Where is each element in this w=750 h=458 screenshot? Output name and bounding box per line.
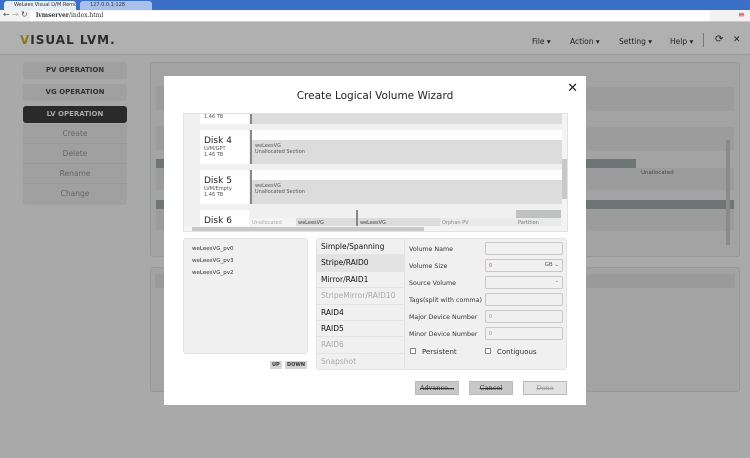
lv-submenu: Create Delete Rename Change xyxy=(23,124,127,205)
disk-bar: weLeesVGUnallocated Section xyxy=(250,170,564,204)
vg-operation-button[interactable]: VG OPERATION xyxy=(23,84,127,101)
lv-change[interactable]: Change xyxy=(23,184,127,204)
forward-icon[interactable]: → xyxy=(12,10,19,19)
raid-type-option[interactable]: Stripe/RAID0 xyxy=(317,255,404,271)
browser-tab[interactable]: 127.0.0.1:128 xyxy=(80,1,152,10)
raid-type-option[interactable]: RAID4 xyxy=(317,305,404,321)
disk-map: 1.46 TB Disk 4LVM/GPT1.46 TB weLeesVGUna… xyxy=(183,113,568,232)
source-volume-select[interactable]: ⌄ xyxy=(485,276,563,289)
pv-item[interactable]: weLeesVG_pv3 xyxy=(192,255,299,267)
volume-name-label: Volume Name xyxy=(409,246,453,253)
refresh-icon[interactable]: ⟳ xyxy=(715,34,723,45)
persistent-checkbox[interactable] xyxy=(410,348,416,354)
url-host: lvmserver xyxy=(36,12,69,19)
reload-icon[interactable]: ↻ xyxy=(21,10,28,19)
disk-row-4[interactable]: Disk 4LVM/GPT1.46 TB weLeesVGUnallocated… xyxy=(184,130,564,164)
raid-type-option[interactable]: RAID6 xyxy=(317,337,404,353)
menu-action[interactable]: Action ▾ xyxy=(570,37,600,46)
browser-tab-bar: WeLees Visual LVM Remo 127.0.0.1:128 xyxy=(0,0,750,10)
down-button[interactable]: DOWN xyxy=(285,361,307,369)
disk-bar: weLeesVGUnallocated Section xyxy=(250,130,564,164)
disk-label: Disk 5LVM/Empty1.46 TB xyxy=(200,170,249,204)
disk-label: 1.46 TB xyxy=(200,113,249,124)
volume-name-input[interactable] xyxy=(485,242,563,255)
pv-list: weLeesVG_pv0 weLeesVG_pv3 weLeesVG_pv2 xyxy=(183,238,308,354)
url-input[interactable]: lvmserver/index.html xyxy=(30,11,710,21)
menu-help[interactable]: Help ▾ xyxy=(670,37,693,46)
minor-device-input[interactable]: 0 xyxy=(485,327,563,340)
lv-create[interactable]: Create xyxy=(23,124,127,144)
major-device-label: Major Device Number xyxy=(409,314,477,321)
contiguous-label: Contiguous xyxy=(497,348,537,356)
divider xyxy=(703,33,704,47)
dialog-title: Create Logical Volume Wizard xyxy=(164,90,586,102)
create-lv-wizard-dialog: Create Logical Volume Wizard ✕ 1.46 TB D… xyxy=(164,76,586,405)
browser-tab-active[interactable]: WeLees Visual LVM Remo xyxy=(4,1,76,10)
divider xyxy=(404,239,405,369)
unit-select[interactable]: GB ⌄ xyxy=(545,262,559,268)
url-path: /index.html xyxy=(69,12,103,19)
raid-type-option[interactable]: Mirror/RAID1 xyxy=(317,272,404,288)
cancel-button[interactable]: Cancel xyxy=(469,381,513,395)
chevron-down-icon: ⌄ xyxy=(555,278,559,284)
persistent-label: Persistent xyxy=(422,348,457,356)
pv-operation-button[interactable]: PV OPERATION xyxy=(23,62,127,79)
volume-size-label: Volume Size xyxy=(409,263,447,270)
lv-delete[interactable]: Delete xyxy=(23,144,127,164)
disk-row-partial: 1.46 TB xyxy=(184,113,564,124)
horizontal-scroll-thumb[interactable] xyxy=(192,227,424,231)
back-icon[interactable]: ← xyxy=(3,10,10,19)
tags-input[interactable] xyxy=(485,293,563,306)
major-device-input[interactable]: 0 xyxy=(485,310,563,323)
raid-type-option[interactable]: StripeMirror/RAID10 xyxy=(317,288,404,304)
close-icon[interactable]: ✕ xyxy=(733,35,741,45)
bg-unallocated-label: Unallocated xyxy=(641,170,674,176)
segment-partition-bar xyxy=(516,210,561,218)
bg-scrollbar[interactable] xyxy=(726,140,730,245)
pv-item[interactable]: weLeesVG_pv0 xyxy=(192,243,299,255)
tags-label: Tags(split with comma) xyxy=(409,297,482,304)
lv-rename[interactable]: Rename xyxy=(23,164,127,184)
lv-operation-button[interactable]: LV OPERATION xyxy=(23,106,127,123)
source-volume-label: Source Volume xyxy=(409,280,456,287)
disk-row-5[interactable]: Disk 5LVM/Empty1.46 TB weLeesVGUnallocat… xyxy=(184,170,564,204)
pv-item[interactable]: weLeesVG_pv2 xyxy=(192,267,299,279)
logo: VISUAL LVM. xyxy=(20,33,116,47)
minor-device-label: Minor Device Number xyxy=(409,331,477,338)
raid-type-option[interactable]: Simple/Spanning xyxy=(317,239,404,255)
menu-icon[interactable]: ≡ xyxy=(738,10,745,19)
disk-bar xyxy=(250,113,564,124)
menu-file[interactable]: File ▾ xyxy=(532,37,551,46)
up-button[interactable]: UP xyxy=(270,361,282,369)
close-icon[interactable]: ✕ xyxy=(567,81,578,96)
vertical-scroll-thumb[interactable] xyxy=(562,159,567,199)
done-button[interactable]: Done xyxy=(523,381,567,395)
raid-type-option[interactable]: RAID5 xyxy=(317,321,404,337)
volume-options-panel: Simple/SpanningStripe/RAID0Mirror/RAID1S… xyxy=(316,238,567,370)
advance-button[interactable]: Advance... xyxy=(415,381,459,395)
menu-setting[interactable]: Setting ▾ xyxy=(619,37,652,46)
raid-type-option[interactable]: Snapshot xyxy=(317,354,404,370)
disk-label: Disk 4LVM/GPT1.46 TB xyxy=(200,130,249,164)
volume-size-input[interactable]: 0GB ⌄ xyxy=(485,259,563,272)
contiguous-checkbox[interactable] xyxy=(485,348,491,354)
